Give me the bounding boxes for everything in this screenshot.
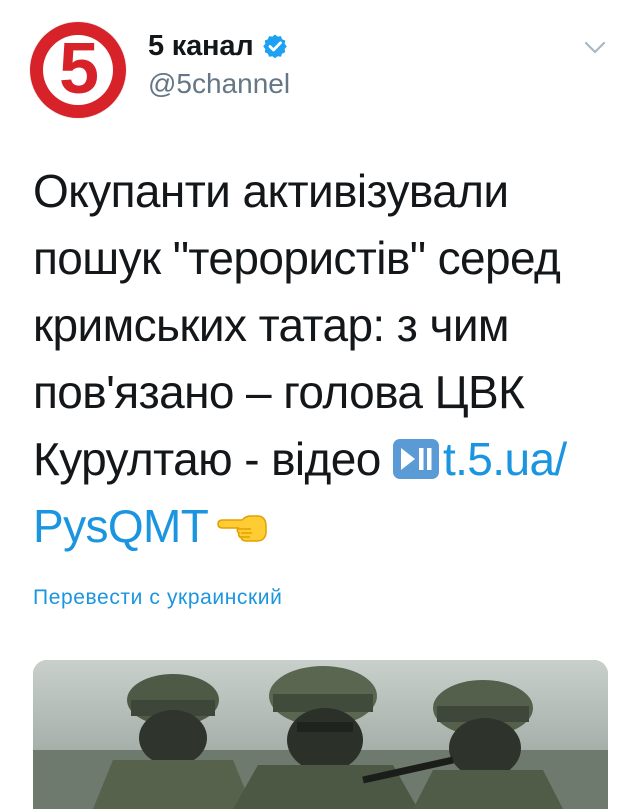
avatar-logo: 5	[43, 29, 113, 109]
hand-pointing-left-icon	[214, 497, 268, 542]
tweet-media-image[interactable]	[33, 660, 608, 809]
tweet-text: Окупанти активізували пошук "терористів"…	[33, 158, 608, 560]
user-block[interactable]: 5 канал @5channel	[148, 26, 290, 100]
user-display-name[interactable]: 5 канал	[148, 30, 254, 63]
play-pause-icon	[392, 439, 439, 479]
user-name-row: 5 канал	[148, 26, 290, 66]
tweet-header: 5 5 канал @5channel	[30, 22, 620, 122]
verified-badge-icon	[262, 33, 288, 59]
user-handle[interactable]: @5channel	[148, 68, 290, 100]
translate-link[interactable]: Перевести с украинский	[33, 586, 282, 610]
avatar[interactable]: 5	[30, 22, 126, 118]
chevron-down-icon[interactable]	[580, 32, 610, 62]
avatar-logo-text: 5	[58, 29, 100, 109]
soldiers-photo	[33, 660, 608, 809]
